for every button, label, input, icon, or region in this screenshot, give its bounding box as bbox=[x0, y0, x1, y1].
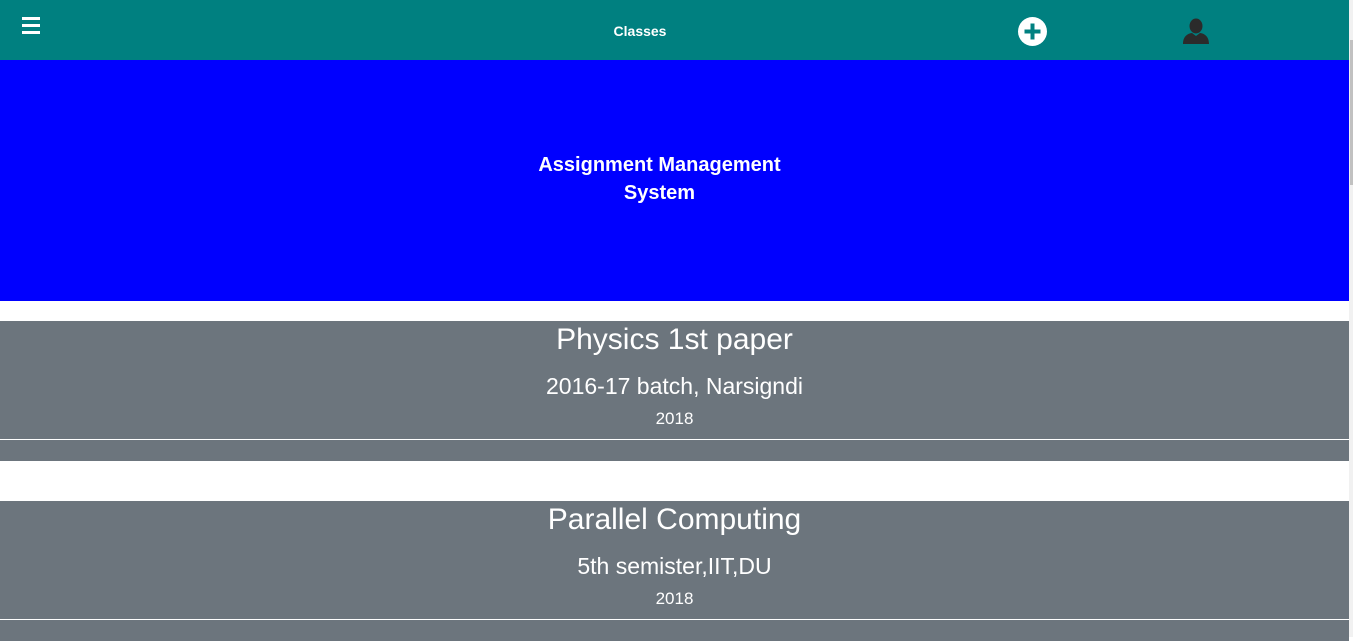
page-title: Classes bbox=[613, 23, 667, 39]
hero-banner: Assignment Management System bbox=[0, 60, 1349, 301]
top-navbar: Classes bbox=[0, 0, 1353, 60]
hero-title: Assignment Management System bbox=[538, 154, 781, 204]
user-profile-button[interactable] bbox=[1182, 17, 1210, 45]
class-name: Physics 1st paper bbox=[556, 323, 793, 356]
user-icon bbox=[1183, 18, 1209, 44]
card-divider bbox=[0, 439, 1349, 440]
class-year: 2018 bbox=[655, 589, 694, 608]
hamburger-menu-icon[interactable] bbox=[22, 17, 40, 34]
class-card[interactable]: Physics 1st paper 2016-17 batch, Narsign… bbox=[0, 321, 1349, 461]
class-batch: 5th semister,IIT,DU bbox=[577, 553, 772, 579]
class-card[interactable]: Parallel Computing 5th semister,IIT,DU 2… bbox=[0, 501, 1349, 641]
class-name: Parallel Computing bbox=[547, 503, 802, 536]
class-batch: 2016-17 batch, Narsigndi bbox=[546, 373, 803, 399]
add-class-button[interactable] bbox=[1018, 17, 1047, 46]
class-year: 2018 bbox=[655, 409, 694, 428]
plus-icon bbox=[1024, 23, 1041, 40]
card-divider bbox=[0, 619, 1349, 620]
